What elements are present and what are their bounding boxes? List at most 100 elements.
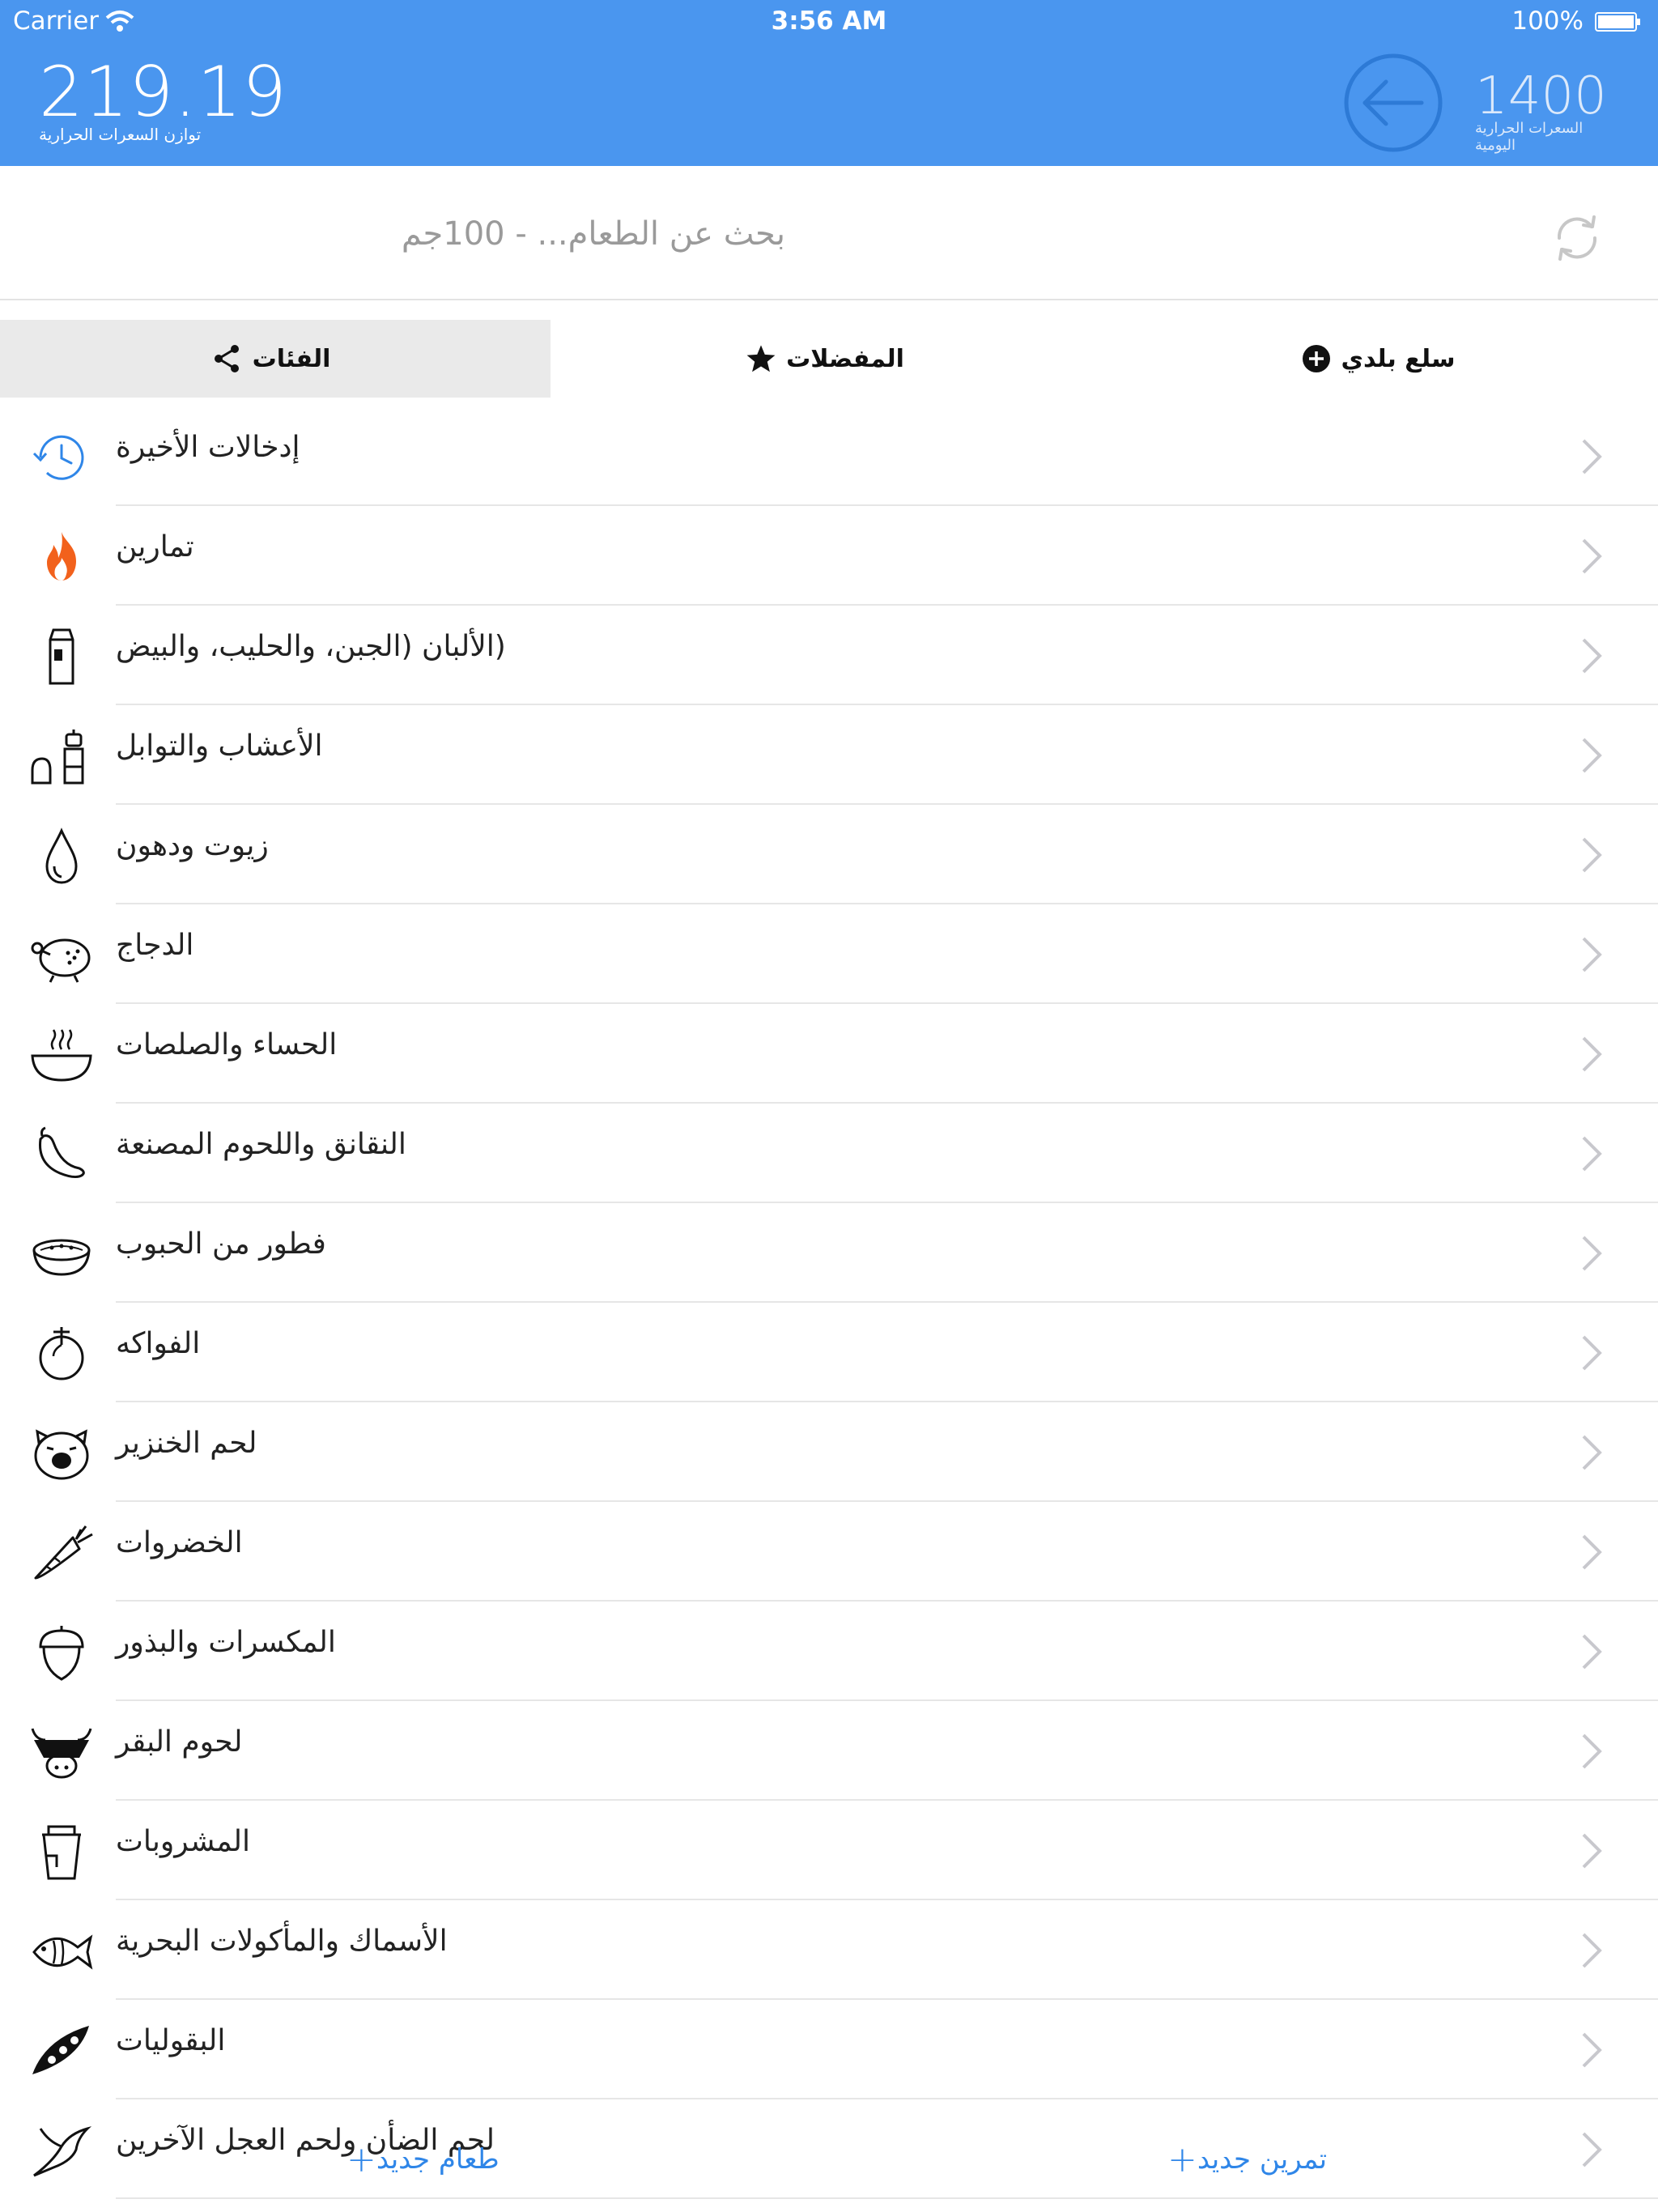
category-label: لحوم البقر	[116, 1725, 243, 1759]
spice-grinder-icon	[31, 730, 84, 785]
new-food-label: طعام جديد	[376, 2143, 500, 2176]
fish-icon	[32, 1934, 93, 1970]
roast-chicken-icon	[31, 938, 91, 983]
category-row-pork[interactable]: لحم الخنزير	[0, 1402, 1658, 1502]
category-label: تمارين	[116, 530, 194, 564]
chevron-right-icon	[1582, 1236, 1602, 1271]
calorie-balance-value: 219.19	[39, 52, 287, 133]
arrow-left-circle-icon[interactable]	[1341, 50, 1446, 155]
category-row-recent[interactable]: إدخالات الأخيرة	[0, 406, 1658, 506]
flame-icon	[47, 532, 76, 581]
plus-circle-icon	[1303, 345, 1331, 372]
chevron-right-icon	[1582, 1036, 1602, 1072]
cup-icon	[42, 1825, 81, 1880]
cow-icon	[31, 1728, 92, 1779]
app-header: Carrier 3:56 AM 100% 219.19 توازن السعرا…	[0, 0, 1658, 166]
chevron-right-icon	[1582, 1833, 1602, 1869]
chevron-right-icon	[1582, 1733, 1602, 1769]
chevron-right-icon	[1582, 2032, 1602, 2068]
category-row-legumes[interactable]: البقوليات	[0, 2000, 1658, 2099]
category-label: الفواكه	[116, 1327, 201, 1360]
tab-my-items[interactable]: سلع بلدي	[1109, 320, 1658, 398]
category-row-oils-fats[interactable]: زيوت ودهون	[0, 805, 1658, 904]
battery-icon	[1595, 12, 1640, 32]
category-row-chicken[interactable]: الدجاج	[0, 904, 1658, 1004]
category-label: الدجاج	[116, 929, 194, 962]
category-label: الخضروات	[116, 1526, 243, 1559]
tab-favorites[interactable]: المفضلات	[551, 320, 1109, 398]
category-row-fruits[interactable]: الفواكه	[0, 1303, 1658, 1402]
status-time: 3:56 AM	[771, 6, 887, 36]
milk-carton-icon	[49, 628, 74, 685]
chevron-right-icon	[1582, 1933, 1602, 1968]
category-row-herbs-spices[interactable]: الأعشاب والتوابل	[0, 705, 1658, 805]
tab-categories-label: الفئات	[252, 344, 331, 373]
category-label: (الألبان (الجبن، والحليب، والبيض	[116, 630, 506, 663]
row-divider	[116, 2197, 1658, 2199]
category-label: البقوليات	[116, 2024, 226, 2057]
chevron-right-icon	[1582, 439, 1602, 474]
new-exercise-label: تمرين جديد	[1197, 2143, 1328, 2176]
category-label: المكسرات والبذور	[116, 1626, 336, 1659]
chevron-right-icon	[1582, 1335, 1602, 1371]
daily-calories-label: السعرات الحرارية اليومية	[1475, 120, 1584, 154]
oil-drop-icon	[45, 827, 78, 884]
category-label: زيوت ودهون	[116, 829, 269, 862]
category-row-sausages[interactable]: النقانق واللحوم المصنعة	[0, 1104, 1658, 1203]
category-row-dairy[interactable]: (الألبان (الجبن، والحليب، والبيض	[0, 606, 1658, 705]
acorn-icon	[39, 1626, 84, 1681]
chevron-right-icon	[1582, 937, 1602, 972]
food-search-input[interactable]	[57, 210, 785, 258]
category-row-exercises[interactable]: تمارين	[0, 506, 1658, 606]
category-row-vegetables[interactable]: الخضروات	[0, 1502, 1658, 1602]
category-label: النقانق واللحوم المصنعة	[116, 1128, 406, 1161]
category-row-cereals[interactable]: فطور من الحبوب	[0, 1203, 1658, 1303]
category-row-beef[interactable]: لحوم البقر	[0, 1701, 1658, 1801]
category-row-fish-seafood[interactable]: الأسماك والمأكولات البحرية	[0, 1900, 1658, 2000]
plus-icon: +	[1167, 2139, 1197, 2180]
new-food-button[interactable]: طعام جديد+	[338, 2139, 500, 2180]
star-icon	[746, 345, 776, 372]
category-row-soups-sauces[interactable]: الحساء والصلصات	[0, 1004, 1658, 1104]
history-clock-icon	[32, 435, 84, 480]
category-label: إدخالات الأخيرة	[116, 431, 300, 464]
category-list: إدخالات الأخيرة تمارين (الألبان (الجبن، …	[0, 406, 1658, 2199]
tab-favorites-label: المفضلات	[786, 344, 904, 373]
category-row-drinks[interactable]: المشروبات	[0, 1801, 1658, 1900]
chevron-right-icon	[1582, 1534, 1602, 1570]
category-label: لحم الخنزير	[116, 1427, 257, 1460]
search-bar	[0, 166, 1658, 300]
bird-icon	[33, 2126, 92, 2177]
chevron-right-icon	[1582, 738, 1602, 773]
category-label: فطور من الحبوب	[116, 1227, 326, 1261]
fruit-icon	[39, 1327, 84, 1380]
tab-my-items-label: سلع بلدي	[1341, 344, 1456, 373]
pig-icon	[34, 1429, 89, 1480]
category-label: الحساء والصلصات	[116, 1028, 338, 1061]
chevron-right-icon	[1582, 1136, 1602, 1172]
daily-calories-value: 1400	[1475, 66, 1607, 126]
category-row-nuts-seeds[interactable]: المكسرات والبذور	[0, 1602, 1658, 1701]
carrot-icon	[34, 1525, 93, 1580]
category-label: الأسماك والمأكولات البحرية	[116, 1925, 448, 1958]
sausage-icon	[39, 1126, 85, 1179]
cereal-bowl-icon	[32, 1239, 91, 1276]
chevron-right-icon	[1582, 638, 1602, 674]
segmented-tabs: الفئات المفضلات سلع بلدي	[0, 320, 1658, 398]
category-label: المشروبات	[116, 1825, 251, 1858]
refresh-icon[interactable]	[1548, 209, 1606, 267]
tab-categories[interactable]: الفئات	[0, 320, 551, 398]
battery-percent: 100%	[1511, 6, 1584, 36]
chevron-right-icon	[1582, 837, 1602, 873]
category-label: الأعشاب والتوابل	[116, 730, 323, 763]
plus-icon: +	[346, 2139, 376, 2180]
calorie-balance-label: توازن السعرات الحرارية	[39, 125, 202, 144]
category-row-lamb-veal[interactable]: لحم الضأن ولحم العجل الآخرين	[0, 2099, 1658, 2199]
chevron-right-icon	[1582, 1435, 1602, 1470]
pea-pod-icon	[32, 2026, 89, 2074]
soup-bowl-icon	[31, 1029, 92, 1082]
chevron-right-icon	[1582, 538, 1602, 574]
chevron-right-icon	[1582, 2132, 1602, 2167]
share-icon	[214, 345, 239, 372]
new-exercise-button[interactable]: تمرين جديد+	[1159, 2139, 1327, 2180]
